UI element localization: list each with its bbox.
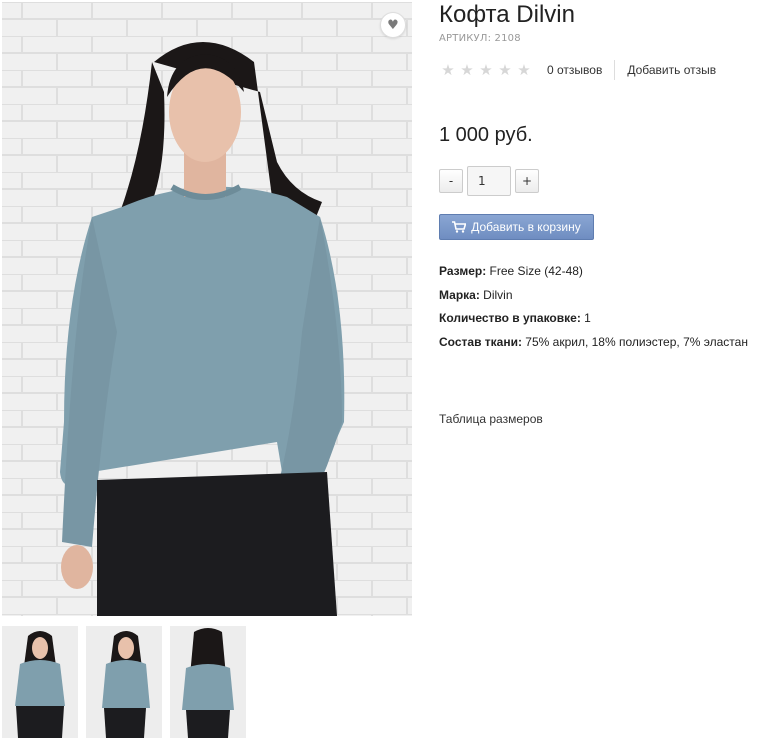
- thumbnail-1[interactable]: [2, 626, 78, 738]
- add-review-link[interactable]: Добавить отзыв: [627, 63, 716, 77]
- property-pack-quantity: Количество в упаковке: 1: [439, 311, 748, 335]
- quantity-increase-button[interactable]: +: [515, 169, 539, 193]
- property-label: Состав ткани:: [439, 334, 522, 349]
- star-icon[interactable]: ★: [477, 62, 495, 78]
- star-icon[interactable]: ★: [439, 62, 457, 78]
- property-value: Dilvin: [479, 287, 513, 302]
- divider: [614, 60, 616, 80]
- add-to-cart-label: Добавить в корзину: [471, 220, 581, 234]
- add-to-cart-button[interactable]: Добавить в корзину: [439, 214, 594, 240]
- star-icon[interactable]: ★: [496, 62, 514, 78]
- reviews-count-link[interactable]: 0 отзывов: [547, 63, 602, 77]
- size-table-link[interactable]: Таблица размеров: [439, 412, 543, 426]
- rating-row: ★ ★ ★ ★ ★ 0 отзывов Добавить отзыв: [439, 59, 716, 81]
- wishlist-heart-icon[interactable]: ♥: [380, 12, 406, 38]
- rating-stars[interactable]: ★ ★ ★ ★ ★: [439, 62, 533, 78]
- thumbnail-3[interactable]: [170, 626, 246, 738]
- star-icon[interactable]: ★: [458, 62, 476, 78]
- product-price: 1 000 руб.: [439, 124, 533, 146]
- product-main-image[interactable]: ♥: [2, 2, 412, 616]
- property-value: 1: [580, 311, 591, 325]
- product-sku: АРТИКУЛ: 2108: [439, 33, 521, 44]
- property-label: Марка:: [439, 287, 480, 302]
- property-value: 75% акрил, 18% полиэстер, 7% эластан: [521, 334, 748, 349]
- property-brand: Марка: Dilvin: [439, 288, 748, 312]
- product-title: Кофта Dilvin: [439, 1, 575, 28]
- property-label: Размер:: [439, 264, 487, 278]
- property-label: Количество в упаковке:: [439, 311, 581, 325]
- thumbnail-gallery: [2, 626, 246, 738]
- property-value: Free Size (42-48): [486, 264, 583, 278]
- quantity-stepper: - +: [439, 166, 539, 196]
- property-size: Размер: Free Size (42-48): [439, 264, 748, 288]
- thumbnail-2[interactable]: [86, 626, 162, 738]
- quantity-input[interactable]: [467, 166, 511, 196]
- cart-icon: [452, 221, 467, 233]
- quantity-decrease-button[interactable]: -: [439, 169, 463, 193]
- product-properties: Размер: Free Size (42-48) Марка: Dilvin …: [439, 264, 748, 358]
- star-icon[interactable]: ★: [515, 62, 533, 78]
- property-fabric: Состав ткани: 75% акрил, 18% полиэстер, …: [439, 335, 748, 359]
